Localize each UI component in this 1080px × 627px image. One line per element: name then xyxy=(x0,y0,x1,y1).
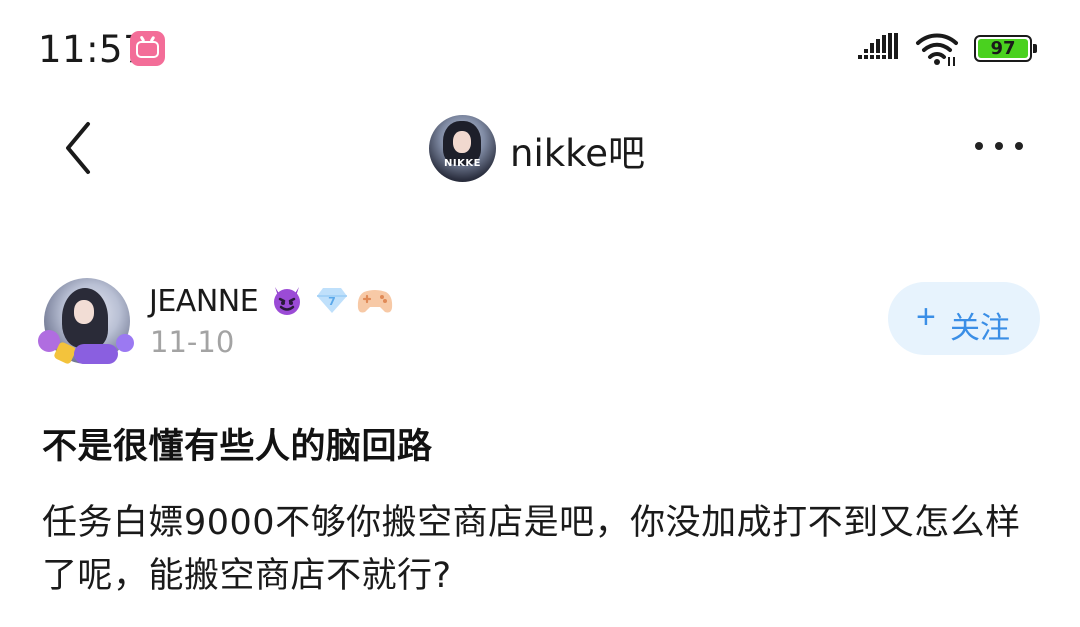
wifi-icon xyxy=(916,33,958,66)
plus-icon: + xyxy=(916,298,936,336)
follow-button[interactable]: + 关注 xyxy=(888,282,1040,355)
gamepad-icon xyxy=(357,290,393,313)
avatar-pendant-icon xyxy=(38,330,136,368)
screen: 11:57 97 NIKKE nikke吧 JEANNE 7 11-10 + 关… xyxy=(0,0,1080,627)
level-badge: 7 xyxy=(316,286,348,314)
follow-label: 关注 xyxy=(950,312,1010,345)
post-title: 不是很懂有些人的脑回路 xyxy=(42,427,433,467)
post-body: 任务白嫖9000不够你搬空商店是吧，你没加成打不到又怎么样了呢，能搬空商店不就行… xyxy=(42,503,1021,596)
forum-avatar[interactable]: NIKKE xyxy=(429,115,496,182)
signal-icon xyxy=(858,33,898,59)
nav-bar: NIKKE nikke吧 xyxy=(0,100,1080,200)
forum-avatar-logo: NIKKE xyxy=(444,158,481,169)
forum-name[interactable]: nikke吧 xyxy=(510,123,645,177)
bilibili-icon xyxy=(130,31,165,66)
battery-percent: 97 xyxy=(990,38,1016,59)
level-number: 7 xyxy=(328,295,336,308)
more-dots-icon[interactable] xyxy=(975,142,1027,154)
battery-indicator: 97 xyxy=(974,35,1037,62)
status-bar: 11:57 97 xyxy=(0,0,1080,96)
username[interactable]: JEANNE xyxy=(149,284,259,319)
diamond-icon: 7 xyxy=(317,288,347,313)
chevron-left-icon[interactable] xyxy=(60,120,100,176)
devil-emoji-icon xyxy=(274,287,300,315)
post-date: 11-10 xyxy=(150,325,235,359)
